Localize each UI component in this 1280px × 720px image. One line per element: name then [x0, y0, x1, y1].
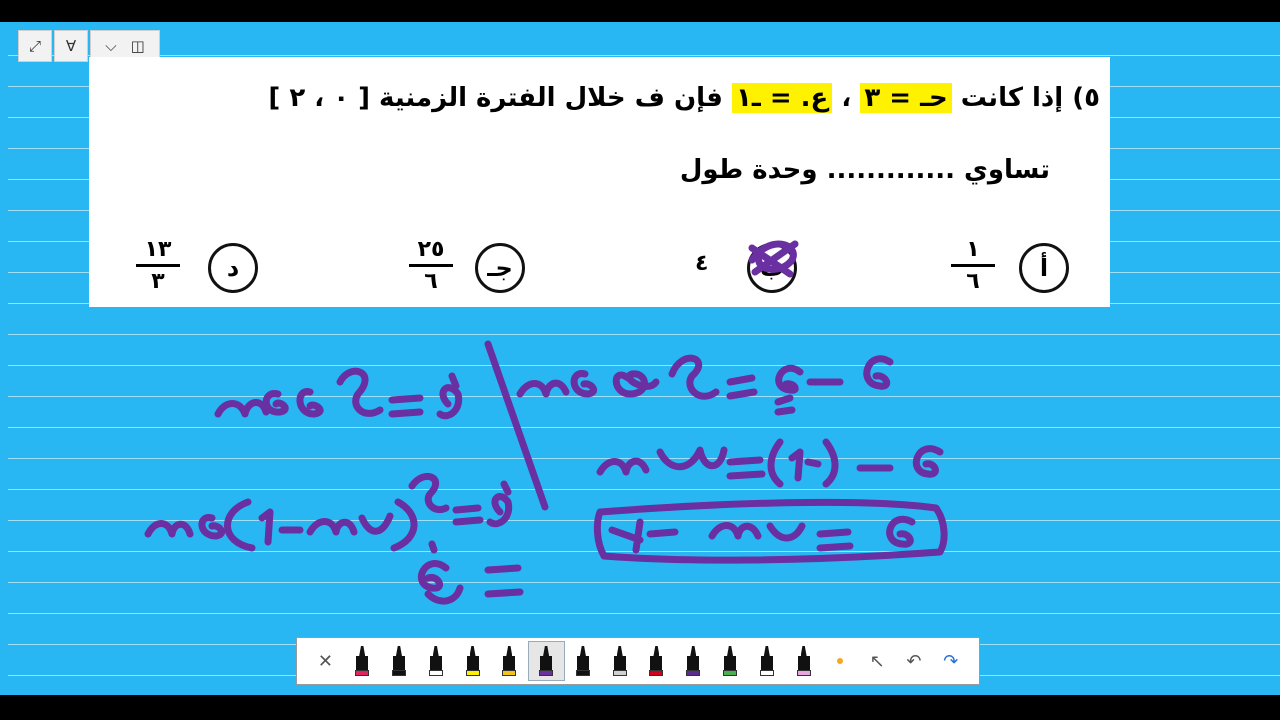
- highlighter-yellow[interactable]: [454, 641, 491, 681]
- pen-icon: [539, 646, 554, 676]
- undo[interactable]: ↶: [896, 641, 933, 681]
- ink-right-line-1: [516, 354, 894, 416]
- pen-gray[interactable]: [601, 641, 638, 681]
- pen-icon: [355, 646, 370, 676]
- pen-icon: [502, 646, 517, 676]
- ink-answer-expression: [608, 516, 916, 554]
- close-icon: ✕: [317, 650, 333, 672]
- ink-left-line-1: [214, 367, 463, 420]
- ink-left-line-2: [144, 473, 513, 554]
- dot-size[interactable]: [822, 641, 859, 681]
- pen-icon: [649, 646, 664, 676]
- pen-black-2[interactable]: [565, 641, 602, 681]
- ink-left-line-3: [418, 560, 524, 605]
- whiteboard[interactable]: ⤢ ∀ ⌵ ◫ ٥) إذا كانت حـ = ٣ ، ع. = ـ١ فإن…: [0, 22, 1280, 695]
- cursor-icon: ↖: [869, 650, 885, 672]
- pen-icon: [465, 646, 480, 676]
- ink-divider: [484, 340, 549, 511]
- handwriting-layer[interactable]: [0, 22, 1280, 695]
- close-tool[interactable]: ✕: [307, 641, 344, 681]
- pen-icon: [612, 646, 627, 676]
- option-b-cross-out: [748, 240, 799, 278]
- pen-gold[interactable]: [491, 641, 528, 681]
- bottom-black-bar: [0, 695, 1280, 720]
- pen-red-2[interactable]: [638, 641, 675, 681]
- pen-icon: [796, 646, 811, 676]
- eraser-pink[interactable]: [785, 641, 822, 681]
- redo-icon: ↷: [943, 650, 959, 672]
- pen-icon: [686, 646, 701, 676]
- pen-icon: [723, 646, 738, 676]
- pen-icon: [391, 646, 406, 676]
- pen-purple-2[interactable]: [675, 641, 712, 681]
- pen-black-1[interactable]: [381, 641, 418, 681]
- pen-white-2[interactable]: [748, 641, 785, 681]
- pen-icon: [759, 646, 774, 676]
- pen-toolbar: ✕ ↖ ↶ ↷: [296, 637, 980, 685]
- pen-purple[interactable]: [527, 641, 565, 681]
- undo-icon: ↶: [906, 650, 922, 672]
- pen-icon: [428, 646, 443, 676]
- redo[interactable]: ↷: [932, 641, 969, 681]
- dot-icon: [837, 658, 844, 664]
- top-black-bar: [0, 0, 1280, 22]
- pointer[interactable]: ↖: [859, 641, 896, 681]
- pen-icon: [575, 646, 590, 676]
- ink-right-line-2: [596, 438, 944, 488]
- pen-red[interactable]: [344, 641, 381, 681]
- pen-green[interactable]: [712, 641, 749, 681]
- pen-white[interactable]: [417, 641, 454, 681]
